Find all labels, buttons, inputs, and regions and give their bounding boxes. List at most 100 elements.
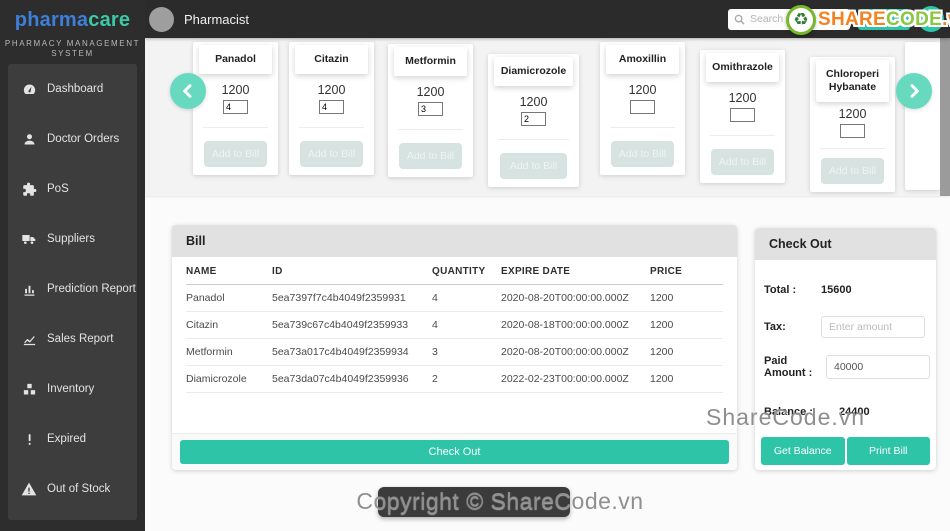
quantity-input[interactable] bbox=[418, 102, 443, 116]
column-header: NAME bbox=[186, 257, 272, 285]
quantity-input[interactable] bbox=[521, 112, 546, 126]
user-role-label: Pharmacist bbox=[184, 11, 250, 27]
app-logo-accent: care bbox=[88, 9, 131, 31]
chevron-right-icon bbox=[910, 84, 919, 98]
product-card: Citazin 1200 Add to Bill bbox=[289, 42, 374, 175]
tax-label: Tax: bbox=[764, 321, 786, 333]
cell-quantity: 4 bbox=[432, 284, 501, 312]
tax-row: Tax: bbox=[764, 316, 928, 338]
app-tagline-line1: PHARMACY MANAGEMENT bbox=[4, 39, 141, 48]
dashboard-icon bbox=[21, 81, 37, 97]
app-tagline-line2: SYSTEM bbox=[51, 49, 94, 58]
cell-expire-date: 2020-08-20T00:00:00.000Z bbox=[501, 284, 650, 312]
add-to-bill-button[interactable]: Add to Bill bbox=[399, 143, 462, 169]
sidebar-item-sales-report[interactable]: Sales Report bbox=[8, 314, 137, 364]
column-header: ID bbox=[272, 257, 432, 285]
cell-id: 5ea73a017c4b4049f2359934 bbox=[272, 338, 432, 366]
column-header: EXPIRE DATE bbox=[501, 257, 650, 285]
total-value: 15600 bbox=[821, 284, 852, 296]
product-card: Metformin 1200 Add to Bill bbox=[388, 44, 473, 177]
bill-footer: Check Out bbox=[172, 433, 737, 470]
checkout-button[interactable]: Check Out bbox=[180, 440, 729, 464]
bill-title: Bill bbox=[172, 225, 737, 257]
product-price: 1200 bbox=[519, 95, 548, 109]
cell-quantity: 2 bbox=[432, 365, 501, 393]
divider bbox=[610, 127, 675, 128]
cell-expire-date: 2020-08-20T00:00:00.000Z bbox=[501, 338, 650, 366]
sidebar-item-prediction-report[interactable]: Prediction Report bbox=[8, 264, 137, 314]
bill-table: NAME ID QUANTITY EXPIRE DATE PRICE Panad… bbox=[186, 257, 723, 393]
puzzle-icon bbox=[21, 181, 37, 197]
sidebar-item-out-of-stock[interactable]: Out of Stock bbox=[8, 464, 137, 514]
cell-name: Citazin bbox=[186, 311, 272, 339]
add-to-bill-button[interactable]: Add to Bill bbox=[300, 141, 363, 167]
divider bbox=[398, 129, 463, 130]
app-tagline: PHARMACY MANAGEMENT SYSTEM bbox=[0, 39, 145, 59]
paid-amount-row: Paid Amount : bbox=[764, 355, 930, 379]
cell-id: 5ea739c67c4b4049f2359933 bbox=[272, 311, 432, 339]
cell-quantity: 4 bbox=[432, 311, 501, 339]
quantity-input[interactable] bbox=[319, 100, 344, 114]
print-bill-button[interactable]: Print Bill bbox=[846, 437, 930, 465]
line-chart-icon bbox=[21, 331, 37, 347]
sidebar-item-label: Inventory bbox=[47, 383, 95, 395]
sidebar-item-label: Doctor Orders bbox=[47, 133, 120, 145]
add-to-bill-button[interactable]: Add to Bill bbox=[204, 141, 267, 167]
topbar-actions bbox=[728, 6, 950, 32]
add-to-bill-button[interactable]: Add to Bill bbox=[711, 149, 774, 175]
cell-name: Metformin bbox=[186, 338, 272, 366]
column-header: QUANTITY bbox=[432, 257, 501, 285]
add-to-bill-button[interactable]: Add to Bill bbox=[611, 141, 674, 167]
checkout-panel: Check Out Total : 15600 Tax: Paid Amount… bbox=[755, 228, 936, 470]
sidebar-item-dashboard[interactable]: Dashboard bbox=[8, 64, 137, 114]
quantity-input[interactable] bbox=[223, 100, 248, 114]
product-name: Metformin bbox=[393, 47, 468, 76]
quantity-input[interactable] bbox=[630, 100, 655, 114]
user-avatar[interactable] bbox=[149, 6, 174, 32]
cell-expire-date: 2022-02-23T00:00:00.000Z bbox=[501, 365, 650, 393]
cell-price: 1200 bbox=[650, 338, 723, 366]
carousel-edge bbox=[940, 38, 950, 196]
add-to-bill-button[interactable]: Add to Bill bbox=[821, 158, 884, 184]
bill-header-row: NAME ID QUANTITY EXPIRE DATE PRICE bbox=[186, 257, 723, 285]
search-box[interactable] bbox=[728, 8, 850, 30]
exclamation-icon bbox=[21, 431, 37, 447]
table-row: Diamicrozole 5ea73da07c4b4049f2359936 2 … bbox=[186, 365, 723, 393]
add-to-bill-button[interactable]: Add to Bill bbox=[499, 153, 568, 179]
sidebar-item-label: Sales Report bbox=[47, 333, 114, 345]
paid-amount-input[interactable] bbox=[826, 355, 930, 379]
topbar: Pharmacist bbox=[145, 0, 950, 38]
sidebar-item-expired[interactable]: Expired bbox=[8, 414, 137, 464]
carousel-prev-button[interactable] bbox=[170, 73, 206, 109]
truck-icon bbox=[21, 231, 37, 247]
sidebar-item-label: Out of Stock bbox=[47, 483, 111, 495]
bill-panel: Bill NAME ID QUANTITY EXPIRE DATE PRICE … bbox=[172, 225, 737, 470]
search-input[interactable] bbox=[750, 13, 835, 25]
checkout-panel-footer: Get Balance Print Bill bbox=[761, 437, 930, 465]
sidebar-item-pos[interactable]: PoS bbox=[8, 164, 137, 214]
product-card: Chloroperi Hybanate 1200 Add to Bill bbox=[810, 57, 895, 192]
tax-input[interactable] bbox=[821, 316, 925, 338]
get-balance-button[interactable]: Get Balance bbox=[761, 437, 845, 465]
topbar-search-button[interactable] bbox=[858, 8, 910, 30]
doctor-person-icon bbox=[21, 131, 37, 147]
quantity-input[interactable] bbox=[730, 108, 755, 122]
product-card: Diamicrozole 1200 Add to Bill bbox=[488, 54, 579, 187]
chevron-left-icon bbox=[183, 84, 192, 98]
cell-quantity: 3 bbox=[432, 338, 501, 366]
sidebar-item-inventory[interactable]: Inventory bbox=[8, 364, 137, 414]
carousel-next-button[interactable] bbox=[896, 73, 932, 109]
product-card: Panadol 1200 Add to Bill bbox=[193, 42, 278, 175]
product-card: Omithrazole 1200 Add to Bill bbox=[700, 50, 785, 183]
cell-id: 5ea73da07c4b4049f2359936 bbox=[272, 365, 432, 393]
sidebar-item-suppliers[interactable]: Suppliers bbox=[8, 214, 137, 264]
sidebar-item-doctor-orders[interactable]: Doctor Orders bbox=[8, 114, 137, 164]
product-price: 1200 bbox=[728, 91, 757, 105]
sidebar-item-label: Suppliers bbox=[47, 233, 95, 245]
cell-price: 1200 bbox=[650, 284, 723, 312]
quantity-input[interactable] bbox=[840, 124, 865, 138]
boxes-icon bbox=[21, 381, 37, 397]
topbar-account-icon[interactable] bbox=[918, 6, 944, 32]
column-header: PRICE bbox=[650, 257, 723, 285]
cell-name: Diamicrozole bbox=[186, 365, 272, 393]
